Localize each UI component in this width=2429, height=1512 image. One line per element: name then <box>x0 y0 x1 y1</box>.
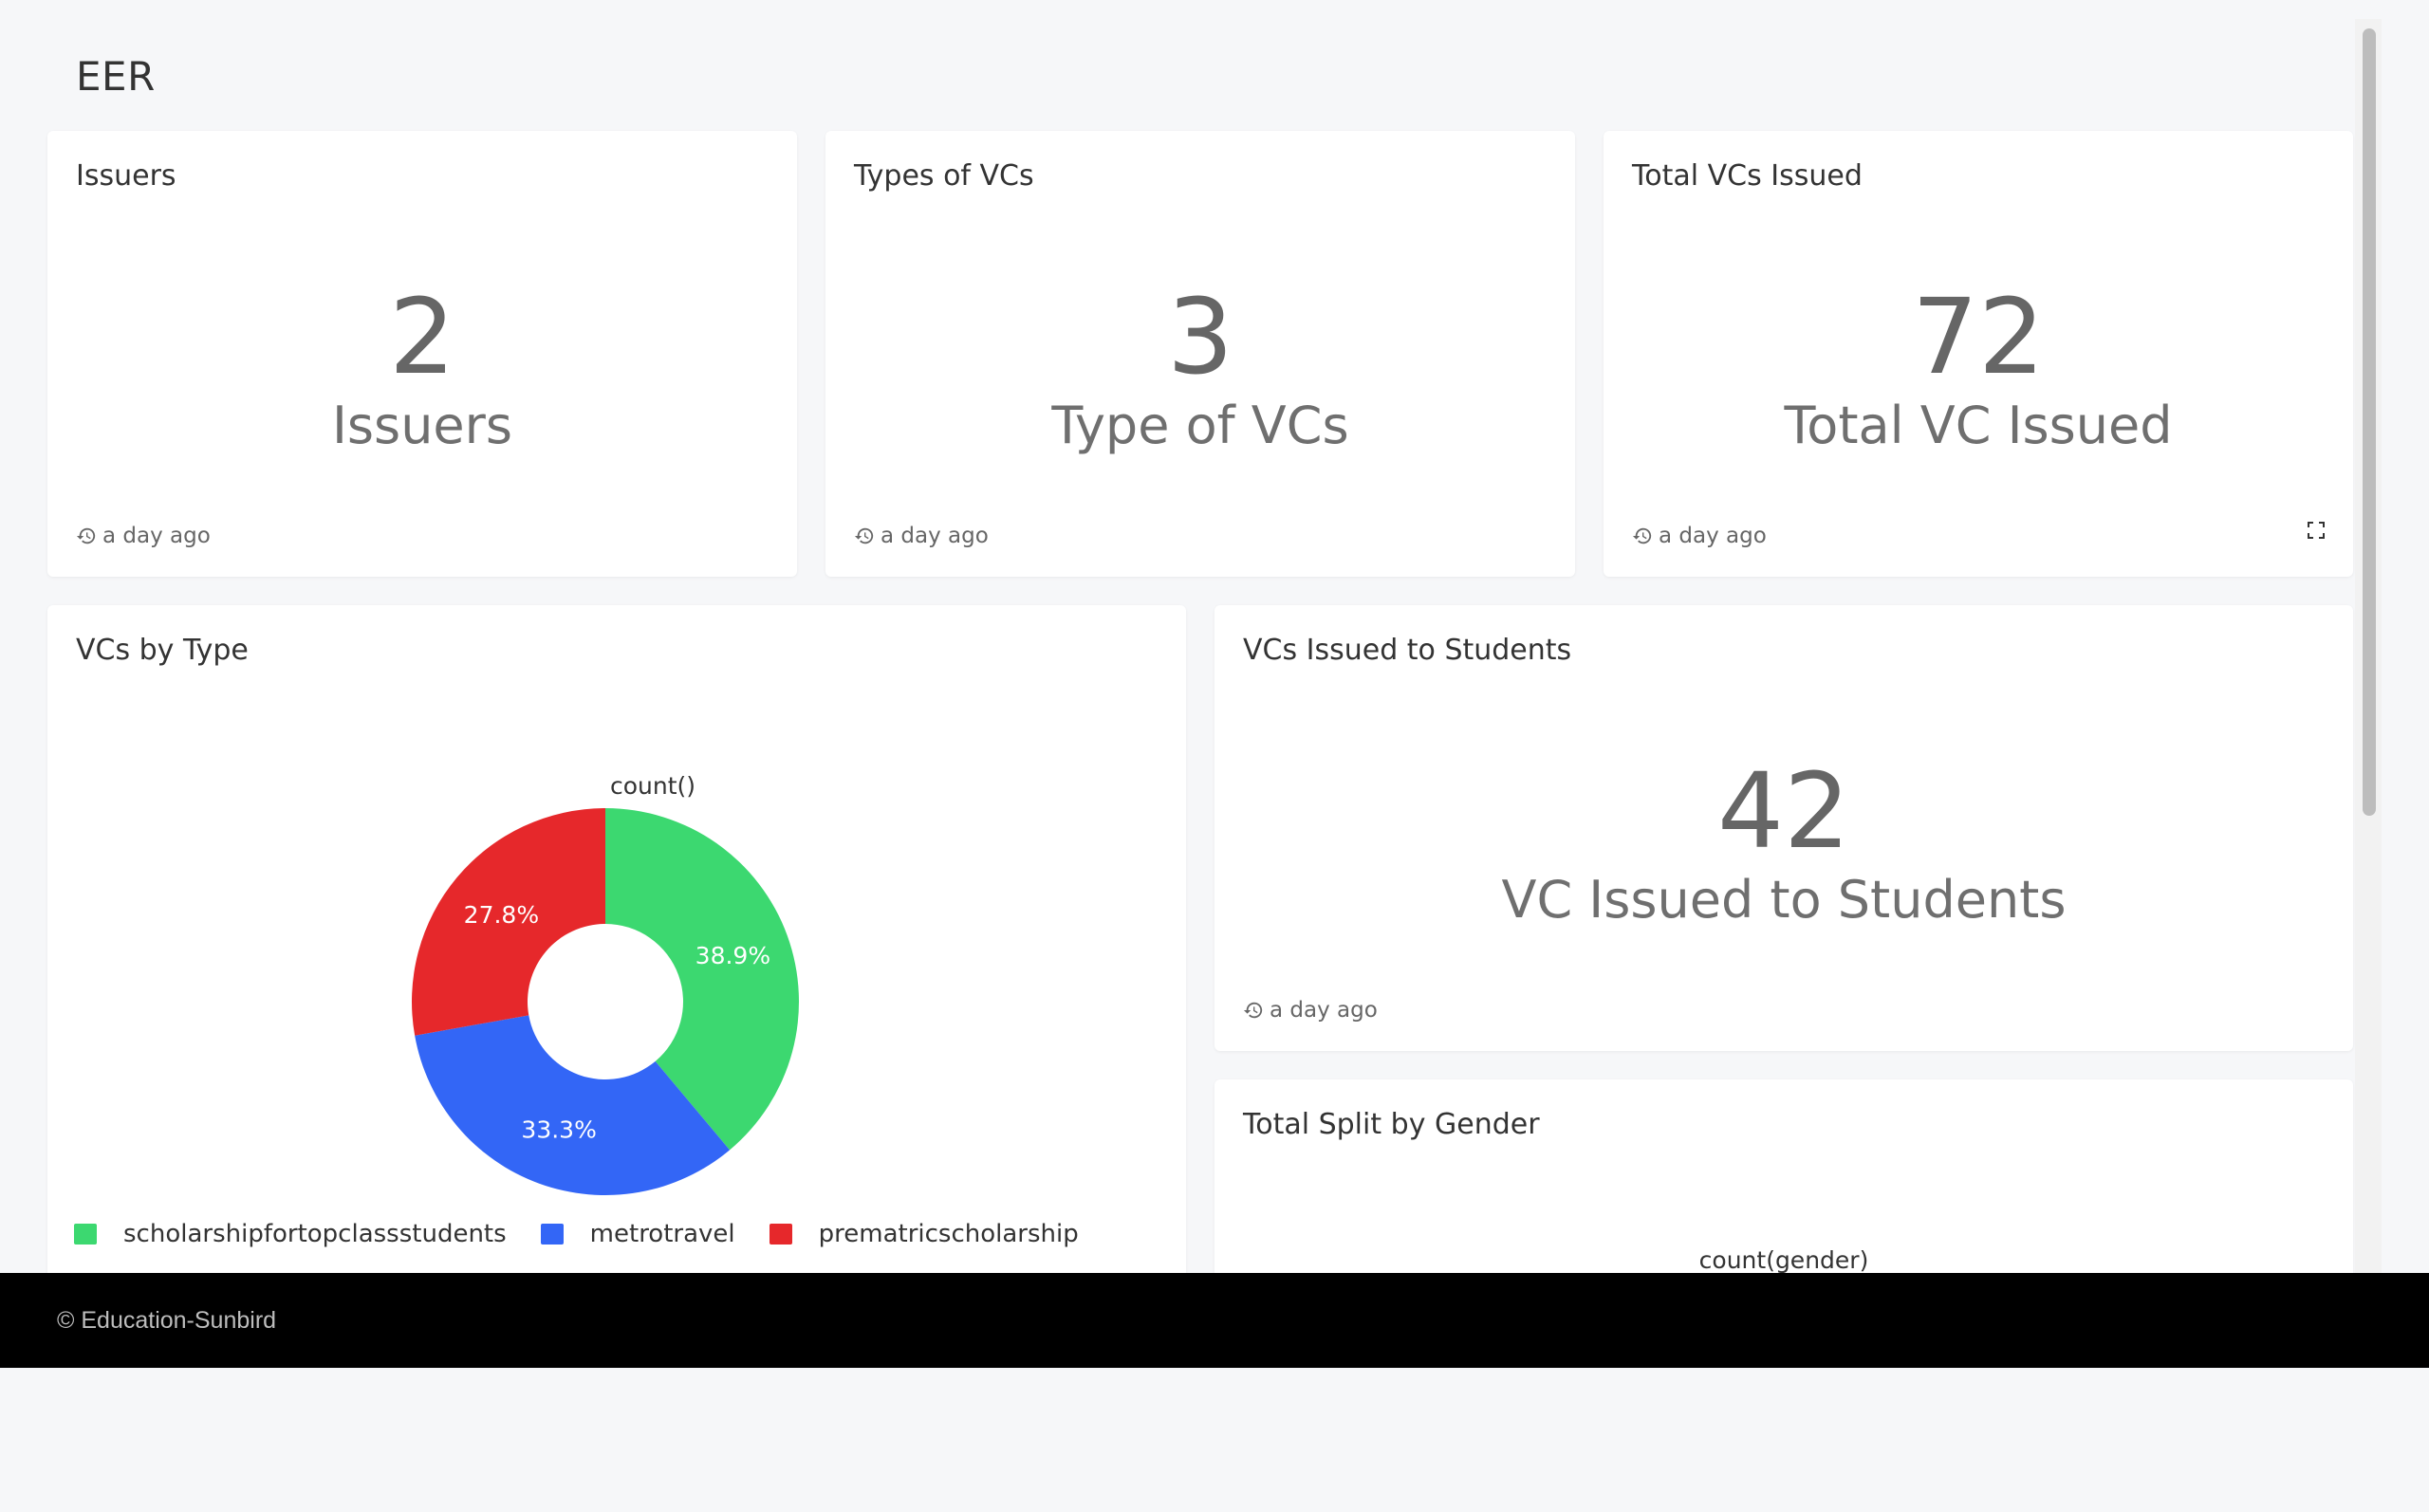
dashboard-area: EER Issuers 2 Issuers a day ago Types of… <box>19 19 2382 1273</box>
last-updated: a day ago <box>76 524 211 548</box>
students-card[interactable]: VCs Issued to Students 42 VC Issued to S… <box>1214 605 2353 1051</box>
history-icon <box>76 527 96 544</box>
vertical-scrollbar[interactable] <box>2355 19 2382 1273</box>
page-footer: © Education-Sunbird <box>0 1273 2429 1368</box>
legend-swatch <box>74 1224 97 1245</box>
legend-item[interactable]: scholarshipfortopclassstudents <box>74 1220 507 1248</box>
legend-label: prematricscholarship <box>818 1220 1079 1248</box>
page-title: EER <box>76 53 156 100</box>
types-card[interactable]: Types of VCs 3 Type of VCs a day ago <box>825 131 1575 577</box>
timestamp-text: a day ago <box>102 524 211 548</box>
last-updated: a day ago <box>854 524 989 548</box>
big-number-subtitle: Type of VCs <box>1051 396 1349 455</box>
legend-label: scholarshipfortopclassstudents <box>123 1220 507 1248</box>
card-title: Total VCs Issued <box>1632 159 1863 193</box>
issuers-card[interactable]: Issuers 2 Issuers a day ago <box>47 131 797 577</box>
legend-swatch <box>769 1224 792 1245</box>
legend-label: metrotravel <box>589 1220 735 1248</box>
last-updated: a day ago <box>1243 998 1378 1023</box>
slice-label-metrotravel: 33.3% <box>521 1116 596 1143</box>
timestamp-text: a day ago <box>1270 998 1378 1023</box>
donut-chart: 38.9% 33.3% 27.8% <box>412 808 799 1195</box>
vcs-by-type-card[interactable]: VCs by Type count() 38.9% 33.3% 27.8% scho… <box>47 605 1186 1273</box>
gender-card[interactable]: Total Split by Gender count(gender) <box>1214 1079 2353 1273</box>
chart-title: count() <box>609 772 696 800</box>
big-number: 72 <box>1912 276 2045 397</box>
legend-swatch <box>540 1224 564 1245</box>
history-icon <box>854 527 874 544</box>
copyright-text: © Education-Sunbird <box>57 1307 277 1334</box>
big-number: 3 <box>1167 276 1233 397</box>
total-card[interactable]: Total VCs Issued 72 Total VC Issued a da… <box>1604 131 2353 577</box>
card-title: Issuers <box>76 159 176 193</box>
card-title: VCs by Type <box>76 634 249 667</box>
big-number: 2 <box>389 276 455 397</box>
card-title: Total Split by Gender <box>1243 1108 1540 1141</box>
legend-item[interactable]: metrotravel <box>540 1220 735 1248</box>
big-number-subtitle: Issuers <box>332 396 512 455</box>
card-title: Types of VCs <box>854 159 1034 193</box>
card-title: VCs Issued to Students <box>1243 634 1572 667</box>
big-number: 42 <box>1717 750 1850 872</box>
timestamp-text: a day ago <box>1659 524 1767 548</box>
last-updated: a day ago <box>1632 524 1767 548</box>
chart-title: count(gender) <box>1698 1246 1869 1273</box>
legend-item[interactable]: prematricscholarship <box>769 1220 1079 1248</box>
chart-legend: scholarshipfortopclassstudents metrotrav… <box>74 1220 1079 1248</box>
scrollbar-thumb[interactable] <box>2363 28 2376 816</box>
expand-icon[interactable] <box>2308 522 2325 539</box>
big-number-subtitle: Total VC Issued <box>1784 396 2173 455</box>
big-number-subtitle: VC Issued to Students <box>1501 870 2067 930</box>
timestamp-text: a day ago <box>881 524 989 548</box>
history-icon <box>1632 527 1652 544</box>
history-icon <box>1243 1002 1263 1019</box>
slice-label-scholarshipfortopclassstudents: 38.9% <box>695 942 770 969</box>
slice-label-prematricscholarship: 27.8% <box>464 901 539 929</box>
